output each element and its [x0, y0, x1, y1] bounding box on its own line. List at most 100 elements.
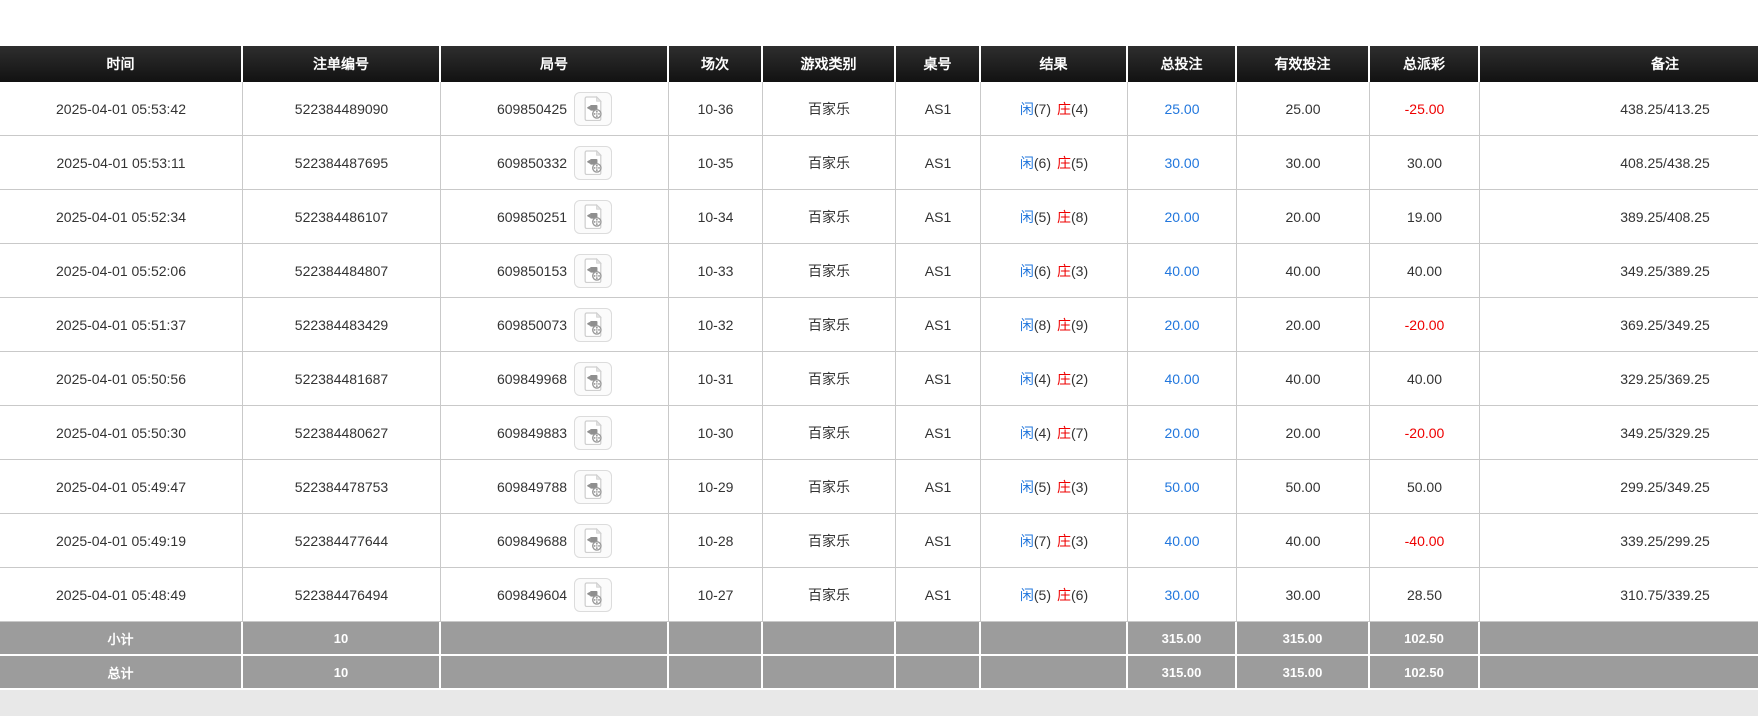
cell-table-id: AS1	[896, 82, 981, 136]
result-player-label: 闲	[1020, 317, 1034, 333]
cell-bet-valid: 20.00	[1237, 298, 1370, 352]
cell-game-type: 百家乐	[763, 190, 896, 244]
cell-time: 2025-04-01 05:53:42	[0, 82, 243, 136]
cell-bet-total-link[interactable]: 40.00	[1128, 352, 1237, 406]
cell-bet-total-link[interactable]: 20.00	[1128, 190, 1237, 244]
round-number: 609850153	[497, 263, 567, 279]
round-number: 609850073	[497, 317, 567, 333]
round-number: 609850332	[497, 155, 567, 171]
col-header-remark: 备注	[1480, 46, 1758, 82]
result-banker-label: 庄	[1057, 425, 1071, 441]
cell-bet-valid: 25.00	[1237, 82, 1370, 136]
cell-result: 闲(7)庄(3)	[981, 514, 1128, 568]
top-whitespace	[0, 0, 1758, 46]
cell-remark: 339.25/299.25	[1480, 514, 1758, 568]
cell-session: 10-36	[669, 82, 763, 136]
cell-bet-total-link[interactable]: 30.00	[1128, 568, 1237, 622]
cell-bet-id: 522384481687	[243, 352, 441, 406]
cell-bet-total-link[interactable]: 20.00	[1128, 298, 1237, 352]
cell-time: 2025-04-01 05:50:30	[0, 406, 243, 460]
table-header: 时间 注单编号 局号 场次 游戏类别 桌号 结果 总投注 有效投注 总派彩 备注	[0, 46, 1758, 82]
cell-round-id: 609849688	[441, 514, 669, 568]
video-replay-button[interactable]	[574, 254, 612, 288]
summary-empty-round	[441, 656, 669, 690]
cell-result: 闲(7)庄(4)	[981, 82, 1128, 136]
cell-remark: 438.25/413.25	[1480, 82, 1758, 136]
summary-payout: 102.50	[1370, 656, 1480, 690]
video-replay-button[interactable]	[574, 578, 612, 612]
cell-session: 10-27	[669, 568, 763, 622]
cell-payout: -20.00	[1370, 298, 1480, 352]
result-player-points: (7)	[1034, 101, 1051, 117]
summary-empty-table-id	[896, 656, 981, 690]
cell-session: 10-28	[669, 514, 763, 568]
cell-table-id: AS1	[896, 406, 981, 460]
cell-bet-total-link[interactable]: 20.00	[1128, 406, 1237, 460]
result-banker-label: 庄	[1057, 587, 1071, 603]
cell-bet-total-link[interactable]: 30.00	[1128, 136, 1237, 190]
cell-payout: -20.00	[1370, 406, 1480, 460]
result-player-label: 闲	[1020, 263, 1034, 279]
result-banker-points: (8)	[1071, 209, 1088, 225]
summary-bet-valid: 315.00	[1237, 656, 1370, 690]
cell-time: 2025-04-01 05:53:11	[0, 136, 243, 190]
cell-bet-valid: 30.00	[1237, 568, 1370, 622]
cell-bet-valid: 20.00	[1237, 190, 1370, 244]
video-replay-button[interactable]	[574, 308, 612, 342]
round-number: 609849968	[497, 371, 567, 387]
bet-record-row: 2025-04-01 05:52:06 522384484807 6098501…	[0, 244, 1758, 298]
video-replay-button[interactable]	[574, 416, 612, 450]
result-banker-points: (5)	[1071, 155, 1088, 171]
result-player-label: 闲	[1020, 425, 1034, 441]
cell-game-type: 百家乐	[763, 460, 896, 514]
bet-record-row: 2025-04-01 05:52:34 522384486107 6098502…	[0, 190, 1758, 244]
video-replay-button[interactable]	[574, 524, 612, 558]
cell-time: 2025-04-01 05:52:34	[0, 190, 243, 244]
bet-record-row: 2025-04-01 05:50:56 522384481687 6098499…	[0, 352, 1758, 406]
cell-session: 10-31	[669, 352, 763, 406]
cell-bet-total-link[interactable]: 40.00	[1128, 244, 1237, 298]
col-header-round-id: 局号	[441, 46, 669, 82]
col-header-session: 场次	[669, 46, 763, 82]
round-number: 609849788	[497, 479, 567, 495]
video-replay-button[interactable]	[574, 146, 612, 180]
cell-table-id: AS1	[896, 568, 981, 622]
cell-payout: -25.00	[1370, 82, 1480, 136]
video-replay-button[interactable]	[574, 200, 612, 234]
result-banker-label: 庄	[1057, 101, 1071, 117]
cell-session: 10-32	[669, 298, 763, 352]
summary-empty-remark	[1480, 656, 1758, 690]
summary-bet-total: 315.00	[1128, 622, 1237, 656]
cell-remark: 310.75/339.25	[1480, 568, 1758, 622]
cell-session: 10-29	[669, 460, 763, 514]
cell-table-id: AS1	[896, 514, 981, 568]
video-replay-button[interactable]	[574, 362, 612, 396]
video-replay-button[interactable]	[574, 470, 612, 504]
col-header-bet-valid: 有效投注	[1237, 46, 1370, 82]
cell-time: 2025-04-01 05:51:37	[0, 298, 243, 352]
result-banker-label: 庄	[1057, 263, 1071, 279]
cell-bet-total-link[interactable]: 40.00	[1128, 514, 1237, 568]
col-header-bet-total: 总投注	[1128, 46, 1237, 82]
result-banker-label: 庄	[1057, 533, 1071, 549]
result-player-label: 闲	[1020, 155, 1034, 171]
cell-table-id: AS1	[896, 244, 981, 298]
summary-empty-result	[981, 656, 1128, 690]
cell-bet-total-link[interactable]: 50.00	[1128, 460, 1237, 514]
cell-round-id: 609849883	[441, 406, 669, 460]
result-banker-points: (6)	[1071, 587, 1088, 603]
summary-empty-result	[981, 622, 1128, 656]
summary-empty-game-type	[763, 622, 896, 656]
result-banker-label: 庄	[1057, 209, 1071, 225]
bet-record-row: 2025-04-01 05:53:11 522384487695 6098503…	[0, 136, 1758, 190]
video-replay-button[interactable]	[574, 92, 612, 126]
col-header-table-id: 桌号	[896, 46, 981, 82]
video-file-icon	[583, 474, 604, 499]
cell-bet-total-link[interactable]: 25.00	[1128, 82, 1237, 136]
cell-session: 10-35	[669, 136, 763, 190]
cell-remark: 349.25/329.25	[1480, 406, 1758, 460]
bet-record-row: 2025-04-01 05:49:19 522384477644 6098496…	[0, 514, 1758, 568]
cell-table-id: AS1	[896, 298, 981, 352]
video-file-icon	[583, 150, 604, 175]
summary-empty-table-id	[896, 622, 981, 656]
